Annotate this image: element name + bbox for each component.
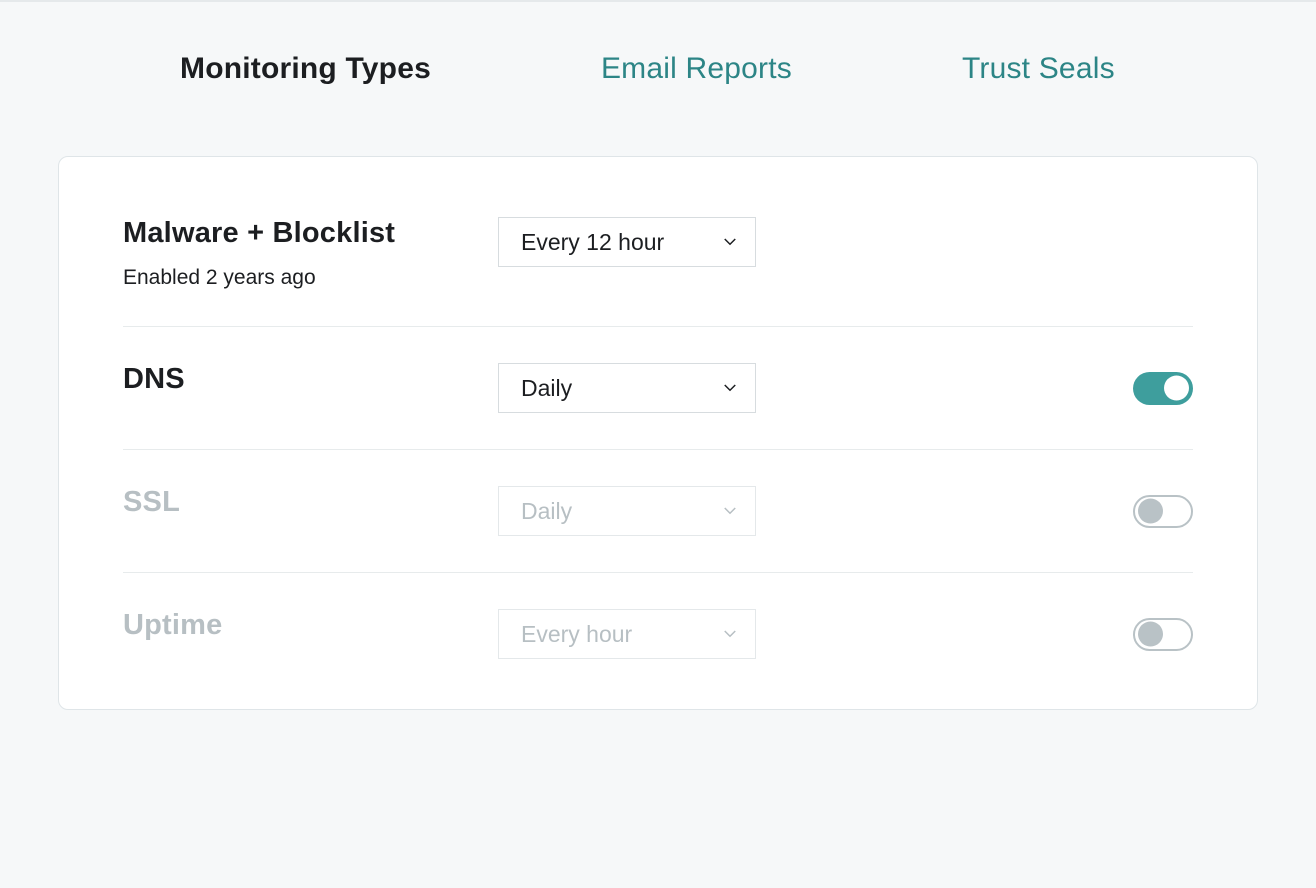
toggle-cell xyxy=(758,363,1193,413)
row-titles: Malware + Blocklist Enabled 2 years ago xyxy=(123,217,498,290)
row-dns: DNS Daily xyxy=(123,327,1193,450)
settings-view: Monitoring Types Email Reports Trust Sea… xyxy=(0,0,1316,888)
chevron-down-icon xyxy=(721,502,739,520)
row-title: Uptime xyxy=(123,609,498,642)
select-value: Daily xyxy=(521,498,572,525)
row-title: SSL xyxy=(123,486,498,519)
chevron-down-icon xyxy=(721,625,739,643)
chevron-down-icon xyxy=(721,379,739,397)
toggle-knob xyxy=(1138,622,1163,647)
row-subtitle: Enabled 2 years ago xyxy=(123,266,498,290)
uptime-toggle[interactable] xyxy=(1133,618,1193,651)
dns-frequency-select[interactable]: Daily xyxy=(498,363,756,413)
row-malware-blocklist: Malware + Blocklist Enabled 2 years ago … xyxy=(123,217,1193,327)
row-ssl: SSL Daily xyxy=(123,450,1193,573)
toggle-cell xyxy=(758,609,1193,659)
tab-email-reports[interactable]: Email Reports xyxy=(601,52,792,86)
row-titles: DNS xyxy=(123,363,498,396)
row-title: Malware + Blocklist xyxy=(123,217,498,250)
tab-trust-seals[interactable]: Trust Seals xyxy=(962,52,1115,86)
row-title: DNS xyxy=(123,363,498,396)
select-value: Every hour xyxy=(521,621,632,648)
uptime-frequency-select[interactable]: Every hour xyxy=(498,609,756,659)
ssl-frequency-select[interactable]: Daily xyxy=(498,486,756,536)
tab-monitoring-types[interactable]: Monitoring Types xyxy=(180,52,431,86)
select-value: Every 12 hour xyxy=(521,229,664,256)
row-uptime: Uptime Every hour xyxy=(123,573,1193,669)
chevron-down-icon xyxy=(721,233,739,251)
toggle-cell xyxy=(758,217,1193,267)
row-titles: Uptime xyxy=(123,609,498,642)
select-value: Daily xyxy=(521,375,572,402)
dns-toggle[interactable] xyxy=(1133,372,1193,405)
toggle-knob xyxy=(1164,376,1189,401)
tabs: Monitoring Types Email Reports Trust Sea… xyxy=(0,52,1316,86)
row-titles: SSL xyxy=(123,486,498,519)
malware-frequency-select[interactable]: Every 12 hour xyxy=(498,217,756,267)
toggle-knob xyxy=(1138,499,1163,524)
toggle-cell xyxy=(758,486,1193,536)
monitoring-types-card: Malware + Blocklist Enabled 2 years ago … xyxy=(58,156,1258,710)
ssl-toggle[interactable] xyxy=(1133,495,1193,528)
